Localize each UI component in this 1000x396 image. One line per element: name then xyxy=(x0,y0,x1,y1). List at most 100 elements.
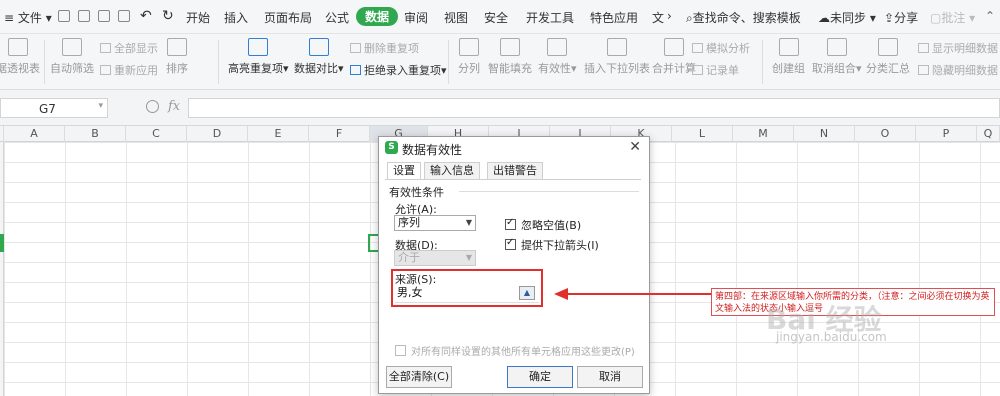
hide-detail-button[interactable]: 隐藏明细数据 xyxy=(918,62,998,78)
column-header-c[interactable]: C xyxy=(126,126,187,142)
pivot-table-button[interactable]: 据透视表 xyxy=(0,38,40,76)
record-form-label: 记录单 xyxy=(706,64,739,77)
ribbon-separator xyxy=(218,40,219,84)
insert-function-icon[interactable]: fx xyxy=(168,99,180,114)
cancel-button[interactable]: 取消 xyxy=(577,366,643,388)
what-if-button[interactable]: 模拟分析 xyxy=(692,40,750,56)
search-command-label: 查找命令、搜索模板 xyxy=(692,11,801,25)
record-form-button[interactable]: 记录单 xyxy=(692,62,739,78)
column-header-f[interactable]: F xyxy=(309,126,370,142)
reapply-button[interactable]: 重新应用 xyxy=(100,62,158,78)
sort-button[interactable]: 排序 xyxy=(166,38,188,76)
menu-scroll-right[interactable]: › xyxy=(667,9,672,23)
chevron-down-icon[interactable]: ▾ xyxy=(98,101,103,111)
column-header-a[interactable]: A xyxy=(4,126,65,142)
column-header-b[interactable]: B xyxy=(65,126,126,142)
text-to-columns-button[interactable]: 分列 xyxy=(458,38,480,76)
reapply-icon xyxy=(100,65,111,75)
dialog-title: 数据有效性 xyxy=(402,143,463,157)
data-compare-button[interactable]: 数据对比▾ xyxy=(294,38,344,76)
column-header-l[interactable]: L xyxy=(672,126,733,142)
allow-select[interactable]: 序列 ▼ xyxy=(394,215,476,231)
data-select: 介于 ▼ xyxy=(394,250,476,266)
collapse-ribbon-icon[interactable]: ⌃ xyxy=(985,9,995,23)
reject-duplicates-icon xyxy=(350,65,361,75)
row-header-strip[interactable] xyxy=(0,142,4,396)
menu-data[interactable]: 数据 xyxy=(356,7,399,26)
data-validation-dialog: S 数据有效性 ✕ 设置 输入信息 出错警告 有效性条件 允许(A): 序列 ▼… xyxy=(378,136,650,394)
pivot-table-label: 据透视表 xyxy=(0,62,40,75)
formula-input[interactable] xyxy=(188,98,1000,118)
ribbon-separator xyxy=(448,40,449,84)
menu-review[interactable]: 审阅 xyxy=(404,9,428,26)
column-header-o[interactable]: O xyxy=(855,126,916,142)
print-preview-icon[interactable] xyxy=(78,10,90,22)
create-group-button[interactable]: 创建组 xyxy=(772,38,805,76)
menu-view[interactable]: 视图 xyxy=(444,9,468,26)
share-button[interactable]: ⇪分享 xyxy=(884,9,918,26)
tab-settings[interactable]: 设置 xyxy=(387,162,421,180)
range-picker-icon[interactable]: ▲ xyxy=(519,286,535,300)
search-command[interactable]: ⌕查找命令、搜索模板 xyxy=(686,9,801,26)
close-icon[interactable]: ✕ xyxy=(629,139,641,155)
sync-status[interactable]: ☁未同步 ▾ xyxy=(818,9,876,26)
menu-special[interactable]: 特色应用 xyxy=(590,9,638,26)
menu-developer[interactable]: 开发工具 xyxy=(526,9,574,26)
redo-icon[interactable]: ↻ xyxy=(162,8,174,24)
hide-detail-icon xyxy=(918,65,929,75)
source-input[interactable]: 男,女 xyxy=(395,285,539,303)
format-painter-icon[interactable] xyxy=(118,10,130,22)
remove-duplicates-button[interactable]: 删除重复项 xyxy=(350,40,419,56)
reapply-label: 重新应用 xyxy=(114,64,158,77)
dropdown-arrow-checkbox[interactable]: 提供下拉箭头(I) xyxy=(505,237,599,253)
subtotal-label: 分类汇总 xyxy=(866,62,910,75)
remove-duplicates-icon xyxy=(350,43,361,53)
column-header-p[interactable]: P xyxy=(916,126,977,142)
menu-home[interactable]: 开始 xyxy=(186,9,210,26)
column-header-n[interactable]: N xyxy=(794,126,855,142)
consolidate-button[interactable]: 合并计算 xyxy=(652,38,696,76)
show-all-button[interactable]: 全部显示 xyxy=(100,40,158,56)
insert-dropdown-button[interactable]: 插入下拉列表 xyxy=(584,38,650,76)
tab-error-alert[interactable]: 出错警告 xyxy=(487,162,543,179)
ribbon: 据透视表 自动筛选 全部显示 重新应用 排序 高亮重复项▾ 数据对比▾ 删除重复… xyxy=(0,34,1000,90)
app-logo-icon: S xyxy=(385,141,398,154)
menu-page-layout[interactable]: 页面布局 xyxy=(264,9,312,26)
menu-more[interactable]: 文 xyxy=(652,9,664,26)
save-icon[interactable] xyxy=(58,10,70,22)
highlight-duplicates-button[interactable]: 高亮重复项▾ xyxy=(228,38,289,76)
subtotal-button[interactable]: 分类汇总 xyxy=(866,38,910,76)
column-header-d[interactable]: D xyxy=(187,126,248,142)
validity-label: 有效性 xyxy=(538,62,571,75)
menu-security[interactable]: 安全 xyxy=(484,9,508,26)
file-menu[interactable]: ≡ 文件 ▾ xyxy=(4,9,52,26)
comment-icon: ▢ xyxy=(930,11,942,25)
column-header-m[interactable]: M xyxy=(733,126,794,142)
validity-button[interactable]: 有效性▾ xyxy=(538,38,577,76)
zoom-icon[interactable] xyxy=(146,100,159,113)
menu-bar: ≡ 文件 ▾ ↶ ↻ 开始 插入 页面布局 公式 数据 审阅 视图 安全 开发工… xyxy=(0,0,1000,34)
hide-detail-label: 隐藏明细数据 xyxy=(932,64,998,77)
ignore-blank-checkbox[interactable]: 忽略空值(B) xyxy=(505,217,581,233)
menu-insert[interactable]: 插入 xyxy=(224,9,248,26)
name-box[interactable]: G7 ▾ xyxy=(0,98,108,118)
undo-icon[interactable]: ↶ xyxy=(140,8,152,24)
show-detail-button[interactable]: 显示明细数据 xyxy=(918,40,998,56)
ungroup-button[interactable]: 取消组合▾ xyxy=(812,38,862,76)
column-header-e[interactable]: E xyxy=(248,126,309,142)
what-if-icon xyxy=(692,43,703,53)
dialog-titlebar[interactable]: S 数据有效性 ✕ xyxy=(379,137,649,159)
chevron-down-icon: ▼ xyxy=(465,218,472,227)
print-icon[interactable] xyxy=(98,10,110,22)
autofilter-button[interactable]: 自动筛选 xyxy=(50,38,94,76)
column-header-q[interactable]: Q xyxy=(977,126,1000,142)
flash-fill-button[interactable]: 智能填充 xyxy=(488,38,532,76)
menu-formulas[interactable]: 公式 xyxy=(325,9,349,26)
data-compare-icon xyxy=(308,38,329,56)
clear-all-button[interactable]: 全部清除(C) xyxy=(386,366,452,388)
tab-input-message[interactable]: 输入信息 xyxy=(424,162,480,179)
comment-button[interactable]: ▢批注 ▾ xyxy=(930,9,975,26)
reject-duplicates-button[interactable]: 拒绝录入重复项▾ xyxy=(350,62,447,78)
flash-fill-icon xyxy=(500,38,520,56)
ok-button[interactable]: 确定 xyxy=(507,366,573,388)
